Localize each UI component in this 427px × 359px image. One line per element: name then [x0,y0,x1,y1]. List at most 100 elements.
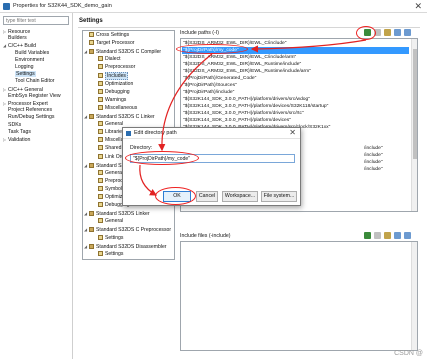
tool-icon [89,227,94,233]
tree-item-libraries[interactable]: Libraries [93,129,125,136]
include-path-row[interactable]: "${ProjDirPath}/Generated_Code" [182,75,409,82]
include-path-row[interactable]: /include" [363,166,409,173]
nav-item-logging[interactable]: Logging [10,64,33,71]
tree-item-standard-s32ds-c-preprocessor[interactable]: ◢ Standard S32DS C Preprocessor [84,226,171,234]
tree-item-label: Cross Settings [96,32,130,38]
nav-item-project-references[interactable]: Project References [3,107,52,114]
nav-item-validation[interactable]: ▷ Validation [3,136,30,144]
include-path-row[interactable]: "${ProjDirPath}/Sources" [182,82,409,89]
move-file-down-icon[interactable] [404,232,411,239]
include-paths-label: Include paths (-I) [180,30,219,36]
tree-item-settings[interactable]: Settings [93,250,123,258]
window-title: Properties for S32K44_SDK_demo_gain [13,3,112,9]
edit-path-icon[interactable] [384,29,391,36]
nav-item-label: SDKs [8,121,22,128]
tree-item-label: Standard S32DS Disassembler [96,243,167,250]
nav-item-label: C/C++ General [8,86,43,93]
include-path-row[interactable]: /include" [363,159,409,166]
tree-item-warnings[interactable]: Warnings [93,96,127,104]
tree-item-optimization[interactable]: Optimization [93,80,133,88]
tree-item-general[interactable]: General [93,218,123,225]
include-path-row[interactable]: "${S32DS_ARM32_EWL_DIR}/EWL_C/include/ar… [182,54,409,61]
tree-item-settings[interactable]: Settings [93,234,123,242]
nav-item-label: Processor Expert [8,101,48,107]
dialog-title: Edit directory path [134,130,177,136]
workspace-button[interactable]: Workspace... [222,191,258,202]
tree-item-standard-s32ds-linker[interactable]: ◢ Standard S32DS Linker [84,210,150,218]
window-title-bar: Properties for S32K44_SDK_demo_gain ✕ [0,0,427,13]
nav-item-label: Build Variables [15,49,50,56]
tree-item-debugging[interactable]: Debugging [93,88,130,96]
option-page-icon [98,129,103,135]
tree-item-label: Standard S32DS C Linker [96,114,155,120]
move-up-icon[interactable] [394,29,401,36]
option-page-icon [98,145,103,151]
tree-item-symbols[interactable]: Symbols [93,185,125,193]
tree-item-label: Standard S32DS C Preprocessor [96,227,172,234]
tree-item-standard-s32ds-c-compiler[interactable]: ◢ Standard S32DS C Compiler [84,48,161,56]
nav-item-run-debug-settings[interactable]: Run/Debug Settings [3,114,54,121]
tree-item-label: Warnings [105,96,127,103]
nav-item-task-tags[interactable]: Task Tags [3,129,31,136]
include-path-row[interactable]: "${S32K144_SDK_3.0.0_PATH}/platform/devi… [182,103,409,110]
option-page-icon [98,80,103,86]
option-page-icon [98,104,103,110]
tree-item-cross-settings[interactable]: Cross Settings [84,32,129,39]
include-path-row[interactable]: "${S32K144_SDK_3.0.0_PATH}/platform/driv… [182,96,409,103]
tree-item-miscellaneous[interactable]: Miscellaneous [93,104,137,112]
include-path-row[interactable]: "${S32DS_ARM32_EWL_DIR}/EWL_Runtime/incl… [182,61,409,68]
tree-item-label: Target Processor [96,40,135,47]
nav-item-environment[interactable]: Environment [10,57,44,64]
include-files-scrollbar[interactable] [411,242,417,350]
include-path-row[interactable]: /include" [363,145,409,152]
tree-item-general[interactable]: General [93,121,123,128]
include-files-list[interactable] [180,241,418,351]
nav-item-embsys-register-view[interactable]: EmbSys Register View [3,93,61,100]
tree-item-label: General [105,169,124,176]
include-path-row[interactable]: "${S32DS_ARM32_EWL_DIR}/EWL_Runtime/incl… [182,68,409,75]
dialog-title-bar: Edit directory path ✕ [123,128,300,139]
tree-item-target-processor[interactable]: Target Processor [84,40,135,47]
include-files-label: Include files (-include) [180,233,231,239]
tool-icon [89,114,94,119]
option-page-icon [98,202,103,208]
include-paths-scroll-thumb[interactable] [413,49,417,159]
add-file-icon[interactable] [364,232,371,239]
nav-item-builders[interactable]: Builders [3,35,27,42]
include-path-row[interactable]: /include" [363,152,409,159]
file-system-button[interactable]: File system... [261,191,297,202]
tree-item-label: General [105,218,124,225]
window-close-icon[interactable]: ✕ [414,1,422,12]
option-page-icon [98,56,103,62]
nav-item-tool-chain-editor[interactable]: Tool Chain Editor [10,78,55,85]
option-page-icon [98,234,103,240]
tree-item-includes[interactable]: Includes [93,71,128,80]
include-paths-scrollbar[interactable] [411,39,417,211]
option-page-icon [98,185,103,191]
tree-item-standard-s32ds-c-linker[interactable]: ◢ Standard S32DS C Linker [84,113,155,121]
tree-item-preprocessor[interactable]: Preprocessor [93,64,135,71]
delete-file-icon[interactable] [374,232,381,239]
tree-item-general[interactable]: General [93,169,124,177]
option-page-icon [98,153,103,159]
nav-item-build-variables[interactable]: Build Variables [10,50,49,57]
tree-item-label: Standard S32DS Linker [96,211,150,218]
nav-item-sdks[interactable]: SDKs [3,122,21,129]
nav-item-label: Tool Chain Editor [15,78,55,85]
dialog-close-icon[interactable]: ✕ [289,128,296,137]
include-path-row[interactable]: "${ProjDirPath}/include" [182,89,409,96]
option-page-icon [89,40,94,46]
move-down-icon[interactable] [404,29,411,36]
include-path-row[interactable]: "${S32K144_SDK_3.0.0_PATH}/platform/devi… [182,117,409,124]
nav-item-label: Logging [15,64,34,70]
nav-item-label: Environment [15,56,45,63]
tree-item-standard-s32ds-disassembler[interactable]: ◢ Standard S32DS Disassembler [84,243,167,251]
filter-input[interactable] [3,16,69,25]
include-path-row[interactable]: "${S32K144_SDK_3.0.0_PATH}/platform/driv… [182,110,409,117]
nav-item-settings[interactable]: Settings [10,71,36,78]
cancel-button[interactable]: Cancel [196,191,218,202]
nav-item-label: C/C++ Build [8,43,36,50]
tree-item-dialect[interactable]: Dialect [93,56,121,63]
edit-file-icon[interactable] [384,232,391,239]
move-file-up-icon[interactable] [394,232,401,239]
